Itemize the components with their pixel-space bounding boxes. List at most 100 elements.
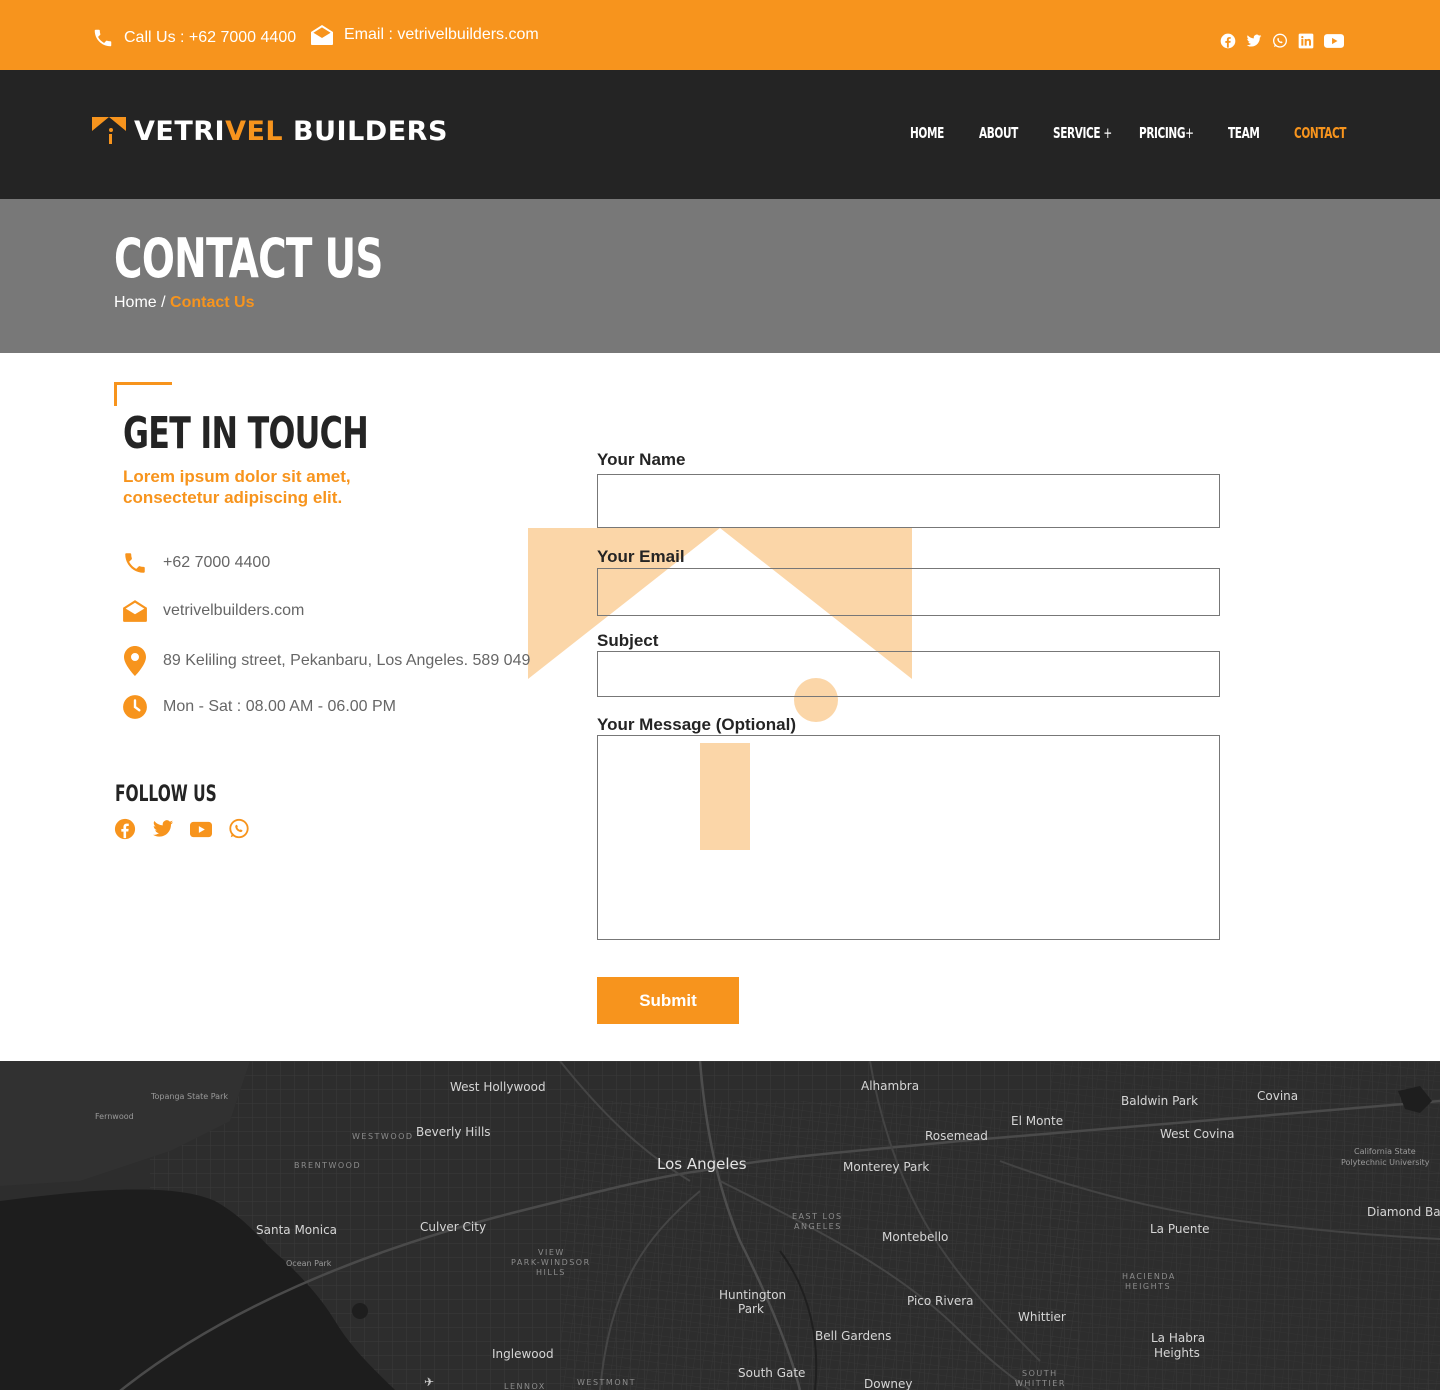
map-label-pico-rivera: Pico Rivera <box>907 1294 974 1308</box>
map-label-rosemead: Rosemead <box>925 1129 988 1143</box>
subject-input[interactable] <box>597 651 1220 697</box>
submit-button[interactable]: Submit <box>597 977 739 1024</box>
whatsapp-icon[interactable] <box>1272 33 1288 49</box>
map-label-south-whittier-line1: SOUTH <box>1022 1369 1058 1378</box>
email-input[interactable] <box>597 568 1220 616</box>
map-label-cal-poly-line1: California State <box>1354 1147 1416 1156</box>
site-logo[interactable]: VETRIVEL BUILDERS <box>92 116 448 147</box>
whatsapp-icon[interactable] <box>228 818 250 840</box>
map-label-huntington-line1: Huntington <box>719 1288 787 1302</box>
map-label-ocean-park: Ocean Park <box>286 1259 332 1268</box>
breadcrumb-separator: / <box>161 294 166 311</box>
topbar-phone-text: Call Us : +62 7000 4400 <box>124 29 297 46</box>
twitter-icon[interactable] <box>1246 33 1262 49</box>
map-label-el-monte: El Monte <box>1011 1114 1064 1128</box>
map-label-huntington-line2: Park <box>738 1302 764 1316</box>
follow-us-title: FOLLOW US <box>115 782 217 807</box>
breadcrumb-current: Contact Us <box>170 294 255 311</box>
nav-pricing-label: PRICING <box>1139 124 1186 142</box>
map-label-south-whittier-line2: WHITTIER <box>1015 1379 1066 1388</box>
email-label: Your Email <box>597 547 685 566</box>
map-label-east-la-line1: EAST LOS <box>792 1212 843 1221</box>
subject-label: Subject <box>597 631 659 650</box>
map-label-santa-monica: Santa Monica <box>256 1223 338 1237</box>
map-label-westwood: WESTWOOD <box>352 1132 414 1141</box>
twitter-icon[interactable] <box>152 818 174 840</box>
top-bar: Call Us : +62 7000 4400 Email : vetrivel… <box>0 0 1440 70</box>
topbar-email-text: Email : vetrivelbuilders.com <box>344 26 539 43</box>
nav-service[interactable]: SERVICE + <box>1053 124 1112 142</box>
map-label-culver-city: Culver City <box>420 1220 487 1234</box>
contact-email: vetrivelbuilders.com <box>163 602 305 619</box>
facebook-icon[interactable] <box>1220 33 1236 49</box>
youtube-icon[interactable] <box>1324 33 1344 49</box>
topbar-email[interactable]: Email : vetrivelbuilders.com <box>310 24 539 46</box>
map-label-view-park-line3: HILLS <box>536 1268 566 1277</box>
name-label: Your Name <box>597 450 686 469</box>
map-label-lennox: LENNOX <box>504 1382 546 1390</box>
map-label-diamond-bar: Diamond Bar <box>1367 1205 1440 1219</box>
linkedin-icon[interactable] <box>1298 33 1314 49</box>
contact-hours: Mon - Sat : 08.00 AM - 06.00 PM <box>163 698 396 715</box>
map-label-topanga: Topanga State Park <box>151 1092 229 1101</box>
contact-address: 89 Keliling street, Pekanbaru, Los Angel… <box>163 652 531 669</box>
contact-address-row: 89 Keliling street, Pekanbaru, Los Angel… <box>122 646 531 676</box>
contact-email-row[interactable]: vetrivelbuilders.com <box>122 598 304 624</box>
map-label-cal-poly-line2: Polytechnic University <box>1341 1158 1430 1167</box>
page-title: CONTACT US <box>114 227 383 290</box>
main-nav: HOME ABOUT SERVICE + PRICING+ TEAM CONTA… <box>910 124 1346 143</box>
map-label-view-park-line2: PARK-WINDSOR <box>511 1258 591 1267</box>
map-label-brentwood: BRENTWOOD <box>294 1161 362 1170</box>
logo-text-accent: VEL <box>225 116 284 147</box>
facebook-icon[interactable] <box>114 818 136 840</box>
contact-phone-row[interactable]: +62 7000 4400 <box>122 550 270 576</box>
map-label-bell-gardens: Bell Gardens <box>815 1329 892 1343</box>
section-heading: GET IN TOUCH <box>123 408 369 459</box>
logo-text: VETRIVEL BUILDERS <box>134 116 448 147</box>
map-label-la-puente: La Puente <box>1150 1222 1210 1236</box>
nav-about[interactable]: ABOUT <box>979 124 1018 142</box>
breadcrumb-home[interactable]: Home <box>114 294 157 311</box>
map-label-south-gate: South Gate <box>738 1366 806 1380</box>
message-label: Your Message (Optional) <box>597 715 796 734</box>
topbar-social-links <box>1220 33 1344 49</box>
phone-icon <box>94 29 112 47</box>
map-label-fernwood: Fernwood <box>95 1112 134 1121</box>
nav-home[interactable]: HOME <box>910 124 944 142</box>
map-label-monterey-park: Monterey Park <box>843 1160 930 1174</box>
message-textarea[interactable] <box>597 735 1220 940</box>
map-label-inglewood: Inglewood <box>492 1347 554 1361</box>
nav-contact[interactable]: CONTACT <box>1294 124 1346 142</box>
follow-us-icons <box>114 818 250 840</box>
logo-text-part1: VETRI <box>134 116 226 147</box>
page-hero: CONTACT US Home / Contact Us <box>0 199 1440 353</box>
map-label-la-habra-line2: Heights <box>1154 1346 1200 1360</box>
heading-corner-accent <box>114 382 172 406</box>
topbar-phone[interactable]: Call Us : +62 7000 4400 <box>92 27 296 49</box>
nav-service-plus: + <box>1103 124 1112 142</box>
section-subtitle: Lorem ipsum dolor sit amet, consectetur … <box>123 467 351 507</box>
nav-pricing[interactable]: PRICING+ <box>1139 124 1194 142</box>
location-pin-icon <box>122 646 148 676</box>
map-label-whittier: Whittier <box>1018 1310 1066 1324</box>
map-label-covina: Covina <box>1257 1089 1299 1103</box>
map-label-downey: Downey <box>864 1377 913 1390</box>
map-label-baldwin-park: Baldwin Park <box>1121 1094 1199 1108</box>
phone-icon <box>122 550 148 576</box>
nav-service-label: SERVICE <box>1053 124 1101 142</box>
map-label-westmont: WESTMONT <box>577 1378 636 1387</box>
airport-icon: ✈ <box>424 1375 435 1389</box>
map-label-west-covina: West Covina <box>1160 1127 1235 1141</box>
contact-phone: +62 7000 4400 <box>163 554 271 571</box>
name-input[interactable] <box>597 474 1220 528</box>
map-base-graphic <box>0 1061 1440 1390</box>
location-map[interactable]: West Hollywood Alhambra Baldwin Park Cov… <box>0 1061 1440 1390</box>
nav-team[interactable]: TEAM <box>1228 124 1260 142</box>
map-label-hacienda-line1: HACIENDA <box>1122 1272 1176 1281</box>
map-label-beverly-hills: Beverly Hills <box>416 1125 491 1139</box>
site-header: VETRIVEL BUILDERS HOME ABOUT SERVICE + P… <box>0 70 1440 199</box>
contact-hours-row: Mon - Sat : 08.00 AM - 06.00 PM <box>122 694 396 720</box>
nav-pricing-plus: + <box>1185 124 1194 142</box>
youtube-icon[interactable] <box>190 818 212 840</box>
map-label-alhambra: Alhambra <box>861 1079 920 1093</box>
